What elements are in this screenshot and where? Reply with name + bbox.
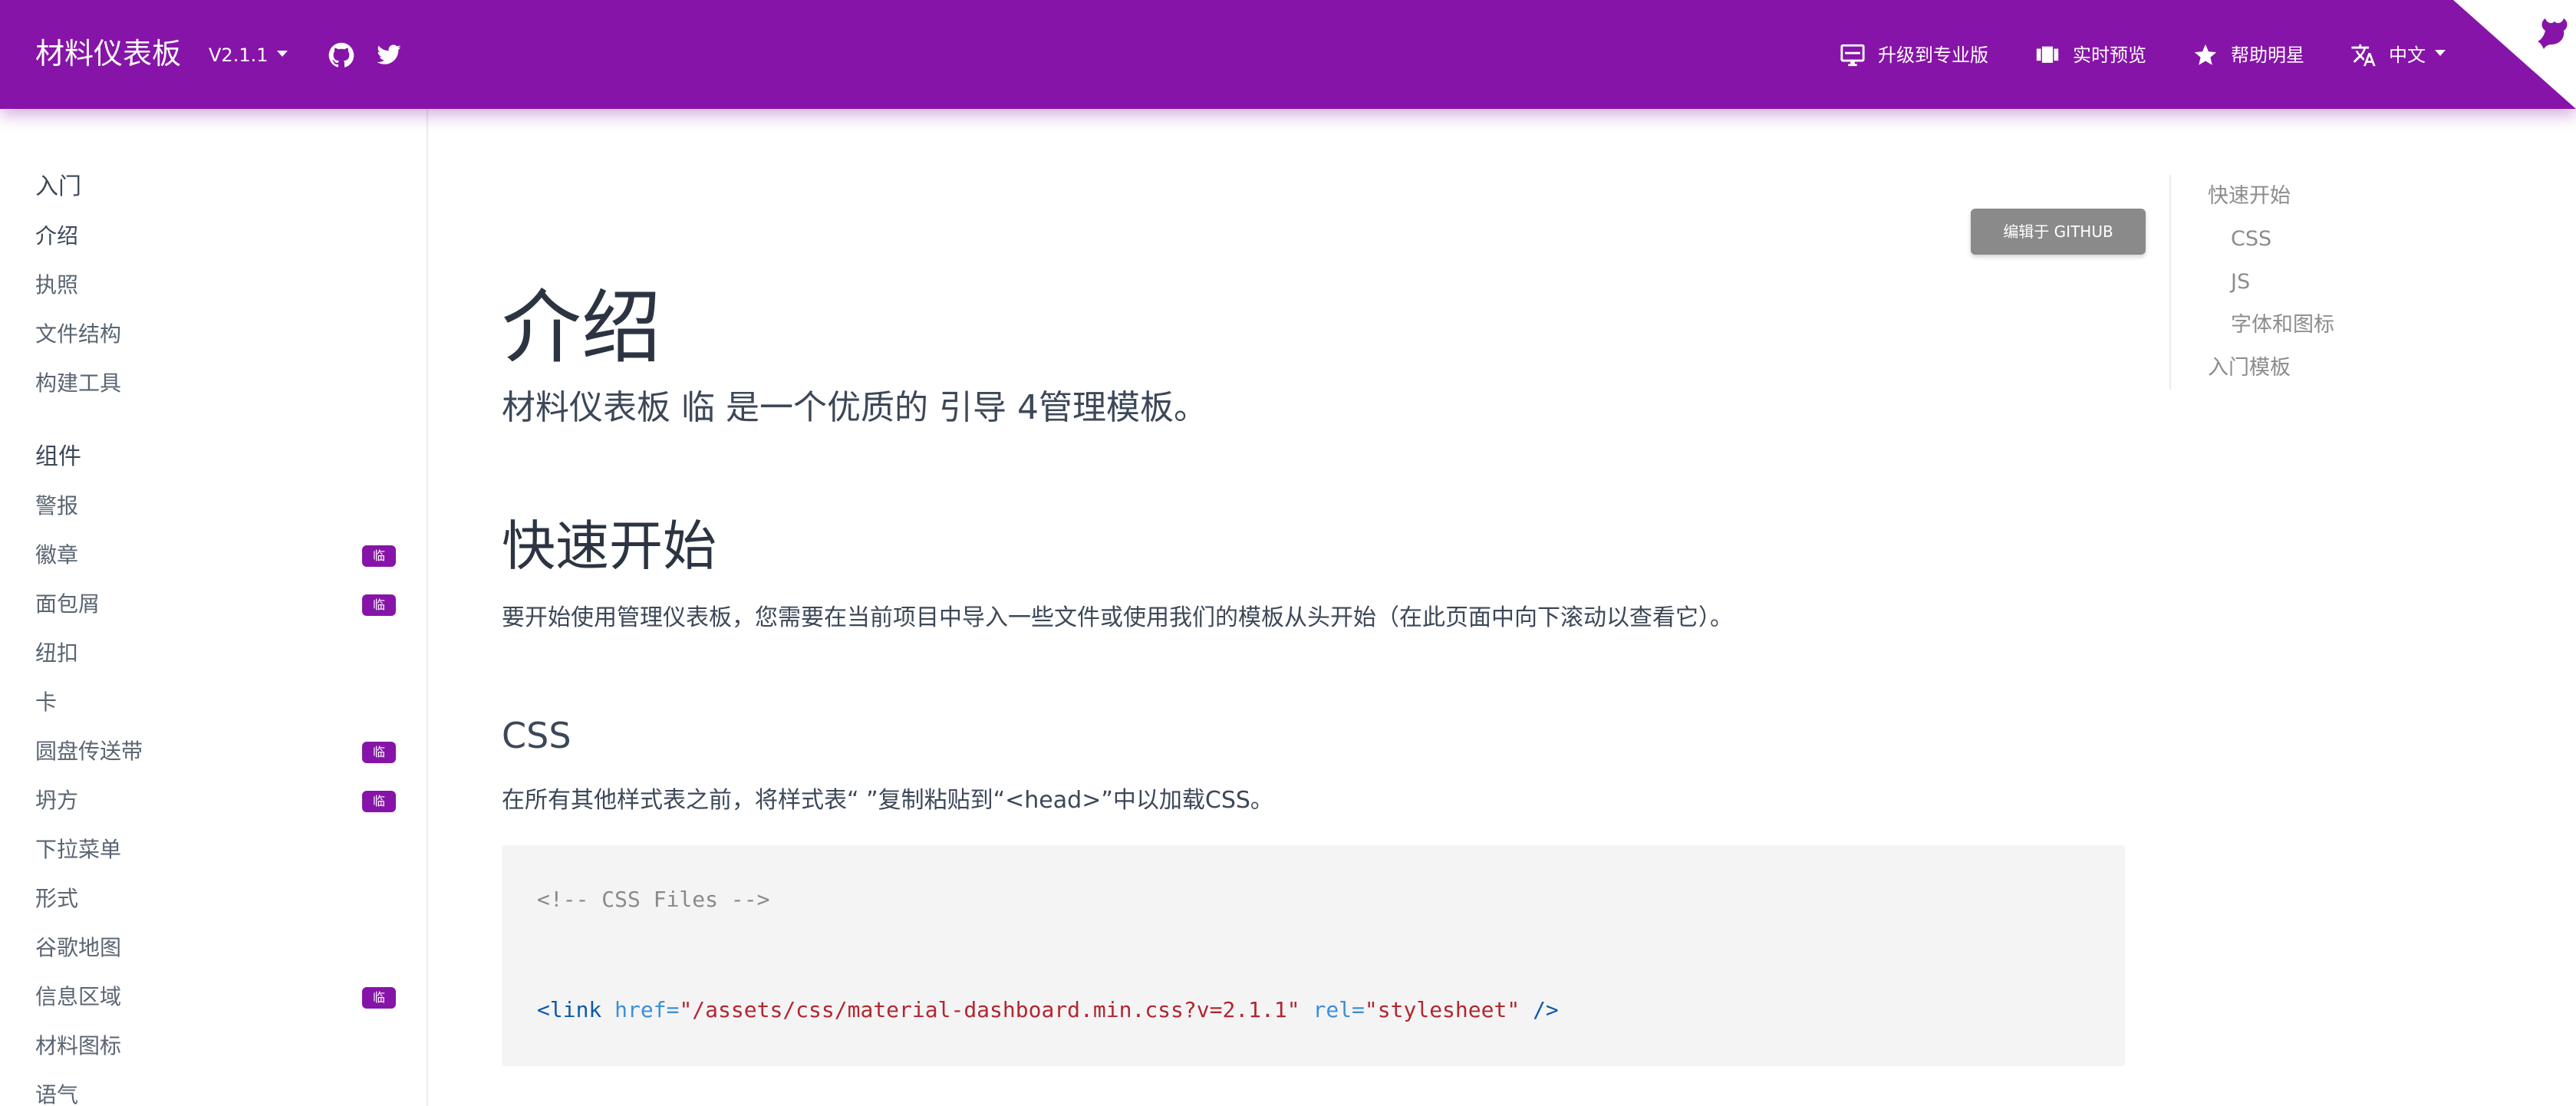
sidebar-item-collapse[interactable]: 坍方 临 [35, 776, 396, 825]
sidebar-item-modals[interactable]: 语气 [35, 1071, 396, 1106]
code-attr-href: href= [614, 997, 680, 1022]
css-text: 在所有其他样式表之前，将样式表“ ”复制粘贴到“<head>”中以加载CSS。 [502, 787, 1273, 814]
quick-start-text: 要开始使用管理仪表板，您需要在当前项目中导入一些文件或使用我们的模板从头开始（在… [502, 604, 1733, 631]
sidebar-item-label: 坍方 [35, 788, 79, 813]
sidebar-item-build-tools[interactable]: 构建工具 [35, 359, 396, 408]
brand-title[interactable]: 材料仪表板 [35, 32, 181, 75]
css-heading: CSS [502, 715, 572, 756]
language-dropdown[interactable]: 中文 [2350, 40, 2446, 71]
sidebar-item-alerts[interactable]: 警报 [35, 482, 396, 531]
pro-badge: 临 [362, 545, 396, 567]
code-link-line: <link href="/assets/css/material-dashboa… [537, 994, 1559, 1026]
sidebar-item-badges[interactable]: 徽章 临 [35, 531, 396, 580]
sidebar-item-carousel[interactable]: 圆盘传送带 临 [35, 727, 396, 776]
sidebar-item-label: 语气 [35, 1082, 79, 1106]
code-attr-rel: rel= [1313, 997, 1365, 1022]
sidebar-item-label: 下拉菜单 [35, 837, 122, 862]
sidebar-item-label: 信息区域 [35, 984, 122, 1009]
sidebar-item-dropdowns[interactable]: 下拉菜单 [35, 825, 396, 874]
navbar-right-links: 升级到专业版 实时预览 帮助明星 中文 [1794, 35, 2446, 75]
star-icon [2194, 44, 2217, 65]
upgrade-pro-label: 升级到专业版 [1878, 44, 1988, 66]
sidebar-section-getting-started: 入门 介绍 执照 文件结构 构建工具 [35, 163, 396, 408]
sidebar-item-license[interactable]: 执照 [35, 261, 396, 310]
page-title: 介绍 [502, 281, 662, 374]
sidebar-section-title[interactable]: 入门 [35, 163, 396, 212]
code-rel-value: "stylesheet" [1364, 997, 1520, 1022]
sidebar-item-label: 执照 [35, 272, 79, 298]
quick-start-heading: 快速开始 [502, 515, 716, 578]
sidebar-section-title[interactable]: 组件 [35, 433, 396, 482]
pro-badge: 临 [362, 791, 396, 812]
sidebar-section-components: 组件 警报 徽章临 面包屑临 纽扣 卡 圆盘传送带临 坍方临 下拉菜单 形式 谷… [35, 433, 396, 1106]
slides-icon [2036, 46, 2059, 63]
code-tag-open: <link [537, 997, 602, 1022]
sidebar-item-label: 介绍 [35, 223, 79, 249]
toc-item-quick-start[interactable]: 快速开始 [2208, 175, 2522, 218]
github-icon[interactable] [328, 42, 354, 68]
code-tag-close: /> [1533, 997, 1559, 1022]
top-navbar: 材料仪表板 V2.1.1 升级到专业版 实时预览 帮助明星 中文 [0, 0, 2576, 109]
sidebar-item-buttons[interactable]: 纽扣 [35, 629, 396, 678]
toc-item-starter-template[interactable]: 入门模板 [2208, 347, 2522, 390]
sidebar-item-info-areas[interactable]: 信息区域 临 [35, 973, 396, 1022]
table-of-contents: 快速开始 CSS JS 字体和图标 入门模板 [2169, 175, 2522, 390]
help-star-link[interactable]: 帮助明星 [2192, 40, 2304, 71]
sidebar-item-label: 谷歌地图 [35, 935, 122, 960]
language-label: 中文 [2389, 44, 2426, 66]
version-dropdown[interactable]: V2.1.1 [209, 41, 288, 69]
twitter-icon[interactable] [376, 42, 402, 68]
pro-badge: 临 [362, 742, 396, 763]
toc-item-fonts-icons[interactable]: 字体和图标 [2208, 304, 2522, 347]
sidebar-item-label: 警报 [35, 493, 79, 518]
sidebar-item-label: 卡 [35, 690, 58, 715]
sidebar-item-label: 纽扣 [35, 640, 79, 666]
code-block[interactable]: <!-- CSS Files --> <link href="/assets/c… [502, 845, 2125, 1066]
pro-badge: 临 [362, 987, 396, 1009]
sidebar-item-label: 材料图标 [35, 1033, 122, 1058]
sidebar-item-cards[interactable]: 卡 [35, 678, 396, 727]
sidebar-item-label: 构建工具 [35, 370, 122, 396]
page-lead: 材料仪表板 临 是一个优质的 引导 4管理模板。 [502, 388, 1207, 427]
caret-down-icon [2435, 50, 2446, 56]
translate-icon [2351, 44, 2376, 67]
sidebar-item-label: 形式 [35, 886, 79, 911]
toc-item-js[interactable]: JS [2208, 261, 2522, 304]
live-preview-link[interactable]: 实时预览 [2034, 40, 2146, 71]
code-href-value: "/assets/css/material-dashboard.min.css?… [679, 997, 1300, 1022]
code-comment: <!-- CSS Files --> [537, 887, 770, 912]
caret-down-icon [277, 51, 288, 57]
monitor-icon [1840, 44, 1865, 67]
edit-on-github-button[interactable]: 编辑于 GITHUB [1971, 209, 2146, 255]
sidebar-item-label: 文件结构 [35, 321, 122, 347]
sidebar-item-material-icons[interactable]: 材料图标 [35, 1022, 396, 1071]
sidebar-item-introduction[interactable]: 介绍 [35, 212, 396, 261]
sidebar-item-forms[interactable]: 形式 [35, 874, 396, 923]
upgrade-pro-link[interactable]: 升级到专业版 [1840, 40, 1988, 71]
sidebar-item-label: 徽章 [35, 542, 79, 568]
toc-item-css[interactable]: CSS [2208, 218, 2522, 261]
live-preview-label: 实时预览 [2073, 44, 2146, 66]
docs-sidebar: 入门 介绍 执照 文件结构 构建工具 组件 警报 徽章临 面包屑临 纽扣 卡 圆… [0, 109, 428, 1106]
main-content: 编辑于 GITHUB 介绍 材料仪表板 临 是一个优质的 引导 4管理模板。 快… [502, 109, 2146, 1106]
version-label: V2.1.1 [209, 44, 268, 66]
sidebar-item-label: 圆盘传送带 [35, 739, 143, 764]
github-corner-icon[interactable] [2453, 0, 2576, 109]
sidebar-item-file-structure[interactable]: 文件结构 [35, 310, 396, 359]
sidebar-item-label: 面包屑 [35, 591, 100, 617]
sidebar-item-google-maps[interactable]: 谷歌地图 [35, 923, 396, 973]
sidebar-item-breadcrumbs[interactable]: 面包屑 临 [35, 580, 396, 629]
help-star-label: 帮助明星 [2231, 44, 2304, 66]
pro-badge: 临 [362, 594, 396, 616]
